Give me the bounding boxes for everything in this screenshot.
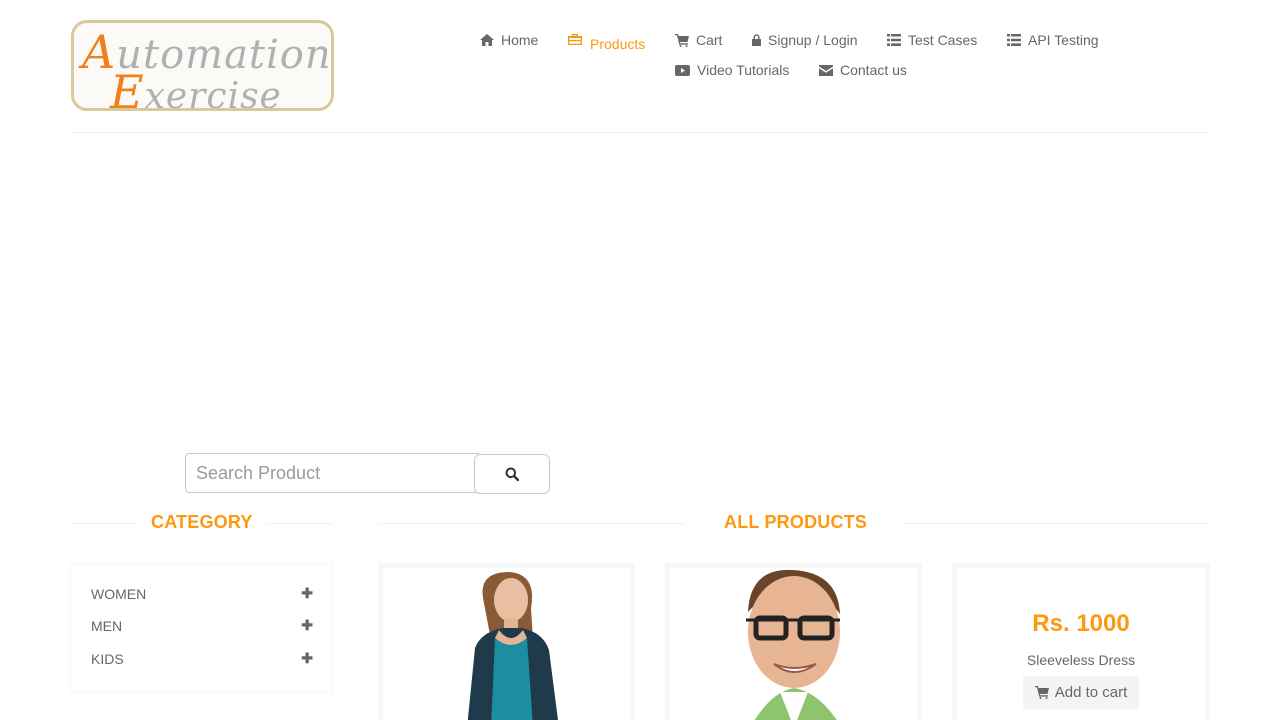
nav-home[interactable]: Home [480,32,538,48]
category-title: CATEGORY [151,512,253,532]
nav-test-cases-label: Test Cases [908,32,978,48]
search-icon [505,467,519,481]
product-card: Rs. 1000 Sleeveless Dress Add to cart [952,563,1210,720]
product-image-man [670,568,917,720]
cart-icon [1034,686,1049,699]
cart-icon [675,33,689,47]
nav-signup-login[interactable]: Signup / Login [752,32,858,48]
all-products-title: ALL PRODUCTS [724,512,868,532]
nav-signup-login-label: Signup / Login [768,32,858,48]
plus-icon[interactable]: ✚ [301,617,313,634]
category-item-women[interactable]: WOMEN ✚ [91,585,313,602]
header-divider [70,132,1210,133]
lock-icon [752,34,761,46]
logo-letter-e: E [110,65,145,111]
nav-video-tutorials[interactable]: Video Tutorials [675,62,789,78]
list-icon [887,34,901,46]
home-icon [480,34,494,46]
add-to-cart-button[interactable]: Add to cart [1023,676,1139,709]
product-card [378,563,635,720]
search-button[interactable] [474,454,550,494]
logo-text-exercise: xercise [144,76,282,111]
category-title-line-left [70,523,136,524]
plus-icon[interactable]: ✚ [301,585,313,602]
add-to-cart-label: Add to cart [1054,684,1128,701]
products-title-line-right [904,523,1210,524]
search-input[interactable] [185,453,481,493]
nav-products-label: Products [590,36,646,52]
envelope-icon [819,64,833,76]
category-item-kids[interactable]: KIDS ✚ [91,650,313,667]
nav-cart-label: Cart [696,32,723,48]
nav-test-cases[interactable]: Test Cases [887,32,977,48]
site-logo[interactable]: Automation Exercise [71,20,334,111]
category-panel: WOMEN ✚ MEN ✚ KIDS ✚ [70,563,333,693]
category-label: MEN [91,617,123,634]
category-label: KIDS [91,650,124,667]
category-item-men[interactable]: MEN ✚ [91,617,313,634]
nav-api-testing-label: API Testing [1028,32,1099,48]
youtube-play-icon [675,64,690,76]
products-title-line-left [378,523,684,524]
nav-contact-us[interactable]: Contact us [819,62,907,78]
product-image-woman [383,568,630,720]
nav-video-tutorials-label: Video Tutorials [697,62,790,78]
nav-contact-us-label: Contact us [840,62,907,78]
product-card [665,563,922,720]
nav-products[interactable]: Products [567,32,645,52]
category-title-line-right [266,523,333,524]
category-label: WOMEN [91,585,147,602]
nav-api-testing[interactable]: API Testing [1007,32,1099,48]
nav-home-label: Home [501,32,539,48]
product-price: Rs. 1000 [1032,610,1130,637]
product-name: Sleeveless Dress [1026,652,1136,668]
nav-cart[interactable]: Cart [675,32,722,48]
list-icon [1007,34,1021,46]
plus-icon[interactable]: ✚ [301,650,313,667]
briefcase-icon [568,34,582,45]
